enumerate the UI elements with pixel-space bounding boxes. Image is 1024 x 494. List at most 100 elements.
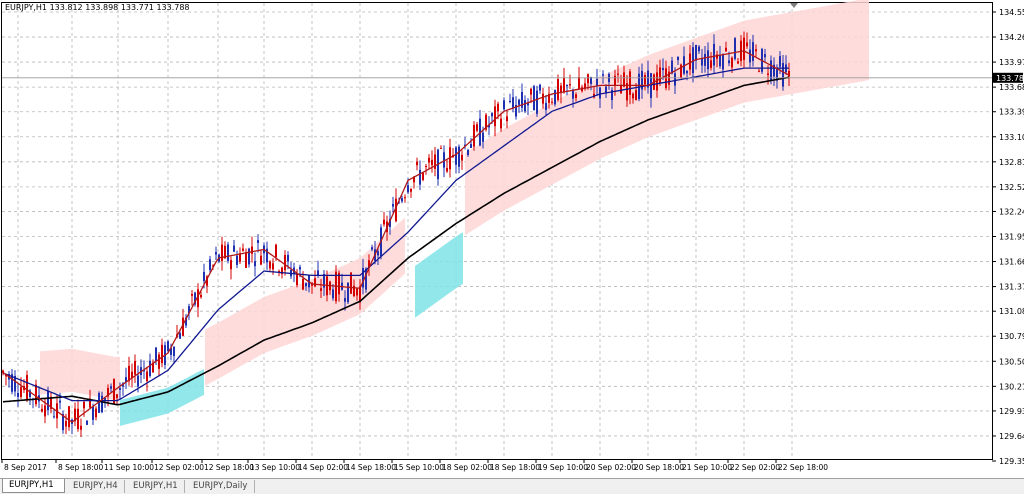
- candle-body: [752, 42, 754, 61]
- candle-body: [83, 401, 85, 409]
- candle-body: [554, 89, 556, 105]
- candle-body: [722, 55, 724, 70]
- price-label: 134.550: [999, 8, 1024, 17]
- tab-eurjpy-h4[interactable]: EURJPY,H4: [67, 480, 125, 493]
- candle-body: [44, 405, 46, 417]
- candle-body: [788, 70, 790, 77]
- tab-eurjpy-h1[interactable]: EURJPY,H1: [2, 479, 65, 493]
- candle-body: [227, 244, 229, 261]
- candle-body: [230, 260, 232, 270]
- candle-body: [377, 251, 379, 256]
- candle-body: [110, 386, 112, 389]
- candle-body: [530, 88, 532, 95]
- candle-body: [494, 106, 496, 127]
- candle-body: [482, 132, 484, 142]
- symbol-label: EURJPY,H1: [5, 3, 48, 12]
- candle-body: [407, 185, 409, 193]
- candle-body: [518, 99, 520, 105]
- candle-body: [506, 116, 508, 122]
- candle-body: [635, 90, 637, 101]
- candle-body: [392, 203, 394, 207]
- candle-body: [458, 146, 460, 167]
- symbol-info: EURJPY,H1 133.812 133.898 133.771 133.78…: [5, 3, 190, 12]
- candle-body: [704, 53, 706, 66]
- candle-body: [47, 391, 49, 411]
- candle-body: [731, 57, 733, 68]
- candle-body: [191, 293, 193, 296]
- candle-body: [689, 53, 691, 70]
- candle-body: [137, 375, 139, 387]
- ohlc-values: 133.812 133.898 133.771 133.788: [49, 3, 190, 12]
- time-label: 21 Sep 10:00: [682, 463, 732, 472]
- candle-body: [260, 255, 262, 265]
- time-label: 14 Sep 18:00: [346, 463, 396, 472]
- candle-body: [314, 278, 316, 287]
- candle-body: [461, 154, 463, 161]
- time-label: 8 Sep 2017: [4, 463, 47, 472]
- candle-body: [317, 270, 319, 276]
- time-label: 18 Sep 02:00: [442, 463, 492, 472]
- candle-body: [545, 102, 547, 110]
- candle-body: [20, 387, 22, 397]
- candle-body: [419, 169, 421, 185]
- candle-body: [59, 400, 61, 403]
- price-label: 129.640: [999, 432, 1024, 441]
- candle-body: [533, 86, 535, 111]
- candle-body: [578, 76, 580, 89]
- price-label: 130.215: [999, 382, 1024, 391]
- candle-body: [299, 266, 301, 270]
- candle-body: [35, 384, 37, 405]
- candle-body: [587, 74, 589, 84]
- candle-body: [566, 84, 568, 87]
- tab-eurjpy-h1-second[interactable]: EURJPY,H1: [127, 480, 185, 493]
- price-label: 134.260: [999, 33, 1024, 42]
- candle-body: [674, 73, 676, 86]
- price-label: 133.970: [999, 58, 1024, 67]
- candle-body: [332, 289, 334, 299]
- candle-body: [155, 347, 157, 361]
- candle-body: [497, 103, 499, 112]
- candle-body: [632, 93, 634, 99]
- candle-body: [203, 271, 205, 282]
- candle-body: [536, 90, 538, 114]
- candle-body: [503, 100, 505, 110]
- candle-body: [146, 371, 148, 382]
- time-label: 13 Sep 10:00: [250, 463, 300, 472]
- price-label: 132.525: [999, 183, 1024, 192]
- chart-shift-icon[interactable]: [790, 3, 798, 8]
- candle-body: [86, 420, 88, 425]
- candle-body: [338, 272, 340, 295]
- candle-body: [344, 298, 346, 302]
- candle-body: [473, 124, 475, 147]
- time-label: 20 Sep 18:00: [634, 463, 684, 472]
- candle-body: [320, 288, 322, 291]
- candle-body: [644, 75, 646, 85]
- chart-window[interactable]: 134.550 134.260 133.970 133.680 133.395 133.1…: [0, 0, 1024, 494]
- candle-body: [428, 157, 430, 163]
- candle-body: [245, 253, 247, 268]
- candle-body: [695, 44, 697, 61]
- candle-body: [707, 50, 709, 70]
- price-chart[interactable]: 134.550 134.260 133.970 133.680 133.395 133.1…: [0, 0, 1024, 478]
- candle-body: [446, 168, 448, 172]
- candle-body: [251, 246, 253, 254]
- candle-body: [698, 46, 700, 52]
- candle-body: [356, 288, 358, 296]
- candle-body: [569, 84, 571, 86]
- candle-body: [287, 254, 289, 262]
- time-label: 18 Sep 18:00: [490, 463, 540, 472]
- candle-body: [236, 255, 238, 265]
- candle-body: [620, 85, 622, 94]
- candle-body: [662, 67, 664, 71]
- candle-body: [95, 408, 97, 418]
- price-label: 131.370: [999, 283, 1024, 292]
- candle-body: [200, 294, 202, 298]
- candle-body: [734, 38, 736, 59]
- candle-body: [623, 72, 625, 87]
- candle-body: [539, 84, 541, 91]
- price-label: 130.505: [999, 357, 1024, 366]
- candle-body: [119, 388, 121, 390]
- tab-eurjpy-daily[interactable]: EURJPY,Daily: [187, 480, 255, 493]
- price-label: 131.950: [999, 233, 1024, 242]
- candle-body: [614, 75, 616, 87]
